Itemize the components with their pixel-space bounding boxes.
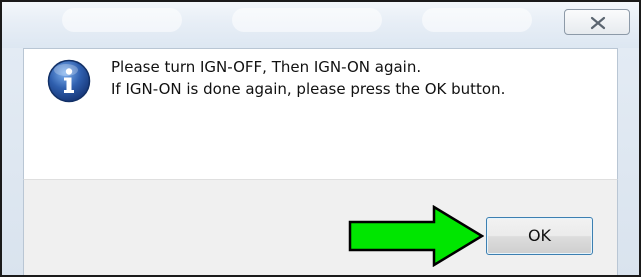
message-line-2: If IGN-ON is done again, please press th… xyxy=(111,80,506,98)
information-icon xyxy=(47,59,91,103)
dialog-message: Please turn IGN-OFF, Then IGN-ON again. … xyxy=(111,56,505,100)
close-button[interactable] xyxy=(564,9,630,35)
window-right-border xyxy=(618,48,639,275)
close-icon xyxy=(590,16,606,30)
title-bar-highlight xyxy=(232,8,382,32)
window-left-border xyxy=(2,48,23,275)
title-bar-highlight xyxy=(62,8,182,32)
ok-button[interactable]: OK xyxy=(486,217,593,255)
message-line-1: Please turn IGN-OFF, Then IGN-ON again. xyxy=(111,58,422,76)
arrow-right-icon xyxy=(348,205,484,267)
dialog-window: Please turn IGN-OFF, Then IGN-ON again. … xyxy=(0,0,641,277)
title-bar[interactable] xyxy=(2,2,639,48)
title-bar-highlight xyxy=(422,8,532,32)
